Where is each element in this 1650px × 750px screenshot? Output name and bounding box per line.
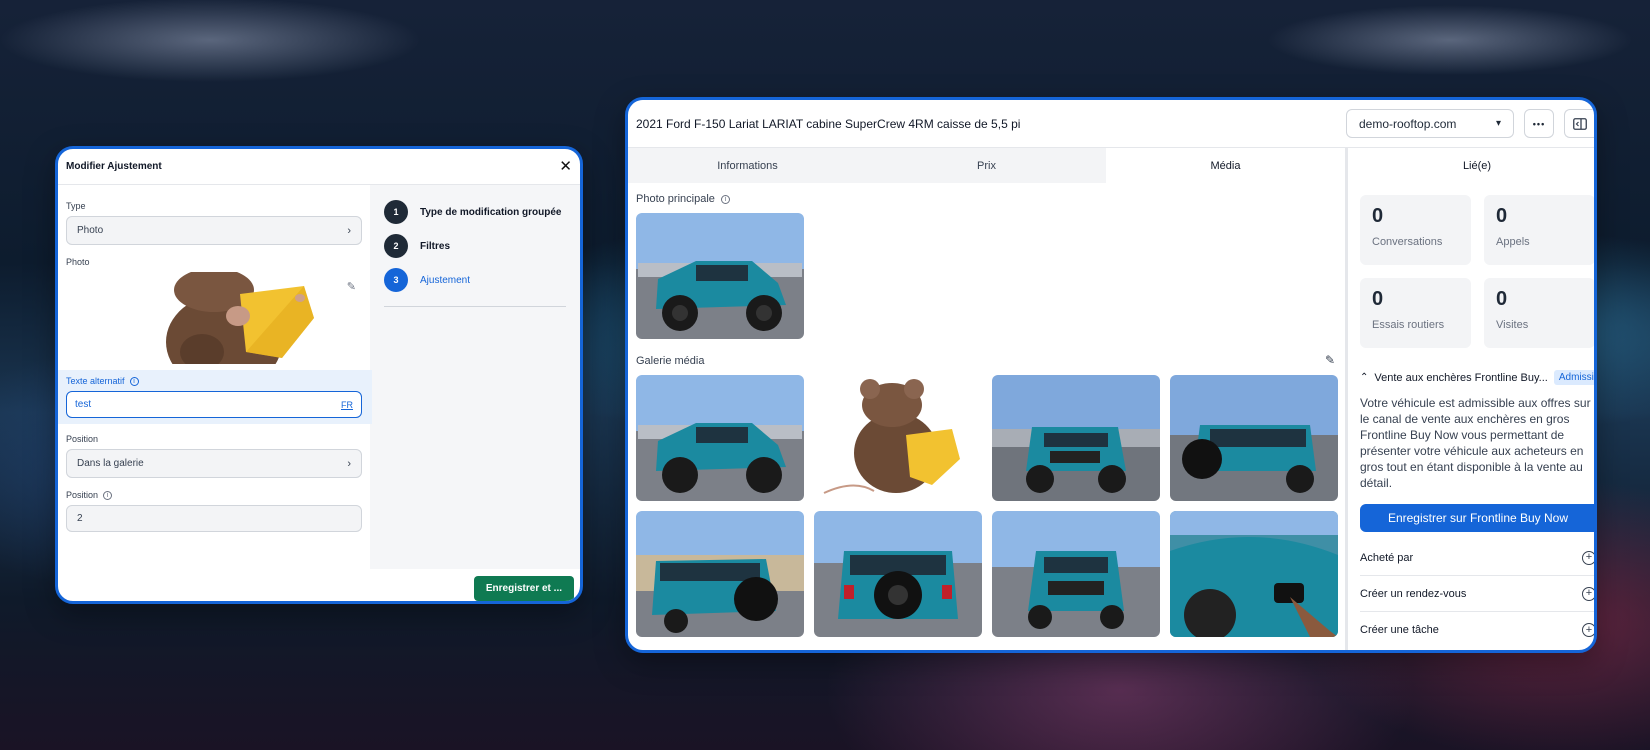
stat-label: Visites bbox=[1496, 319, 1529, 331]
stat-value: 0 bbox=[1372, 288, 1384, 310]
close-icon[interactable]: ✕ bbox=[559, 159, 572, 174]
media-area: Informations Prix Média Photo principale… bbox=[628, 148, 1348, 650]
vehicle-detail-panel: 2021 Ford F-150 Lariat LARIAT cabine Sup… bbox=[625, 97, 1597, 653]
position-select[interactable]: Dans la galerie › bbox=[66, 449, 362, 478]
type-label: Type bbox=[66, 201, 86, 211]
gallery-photo[interactable] bbox=[636, 511, 804, 637]
step-label: Ajustement bbox=[420, 274, 471, 286]
stat-value: 0 bbox=[1496, 205, 1508, 227]
create-appointment-row[interactable]: Créer un rendez-vous + bbox=[1360, 576, 1594, 612]
gallery-photo[interactable] bbox=[1170, 511, 1338, 637]
stepper: 1 Type de modification groupée 2 Filtres… bbox=[370, 185, 580, 569]
stat-label: Conversations bbox=[1372, 236, 1443, 248]
edit-pencil-icon[interactable]: ✎ bbox=[347, 280, 356, 293]
step-3[interactable]: 3 Ajustement bbox=[384, 268, 566, 292]
gallery-photo[interactable] bbox=[814, 511, 982, 637]
language-toggle[interactable]: FR bbox=[341, 400, 353, 410]
position-select-value: Dans la galerie bbox=[77, 458, 144, 469]
add-icon[interactable]: + bbox=[1582, 586, 1594, 601]
dialog-title: Modifier Ajustement bbox=[66, 161, 162, 172]
type-select[interactable]: Photo › bbox=[66, 216, 362, 245]
tab-informations[interactable]: Informations bbox=[628, 148, 867, 183]
stat-value: 0 bbox=[1372, 205, 1384, 227]
photo-label: Photo bbox=[66, 257, 90, 267]
step-number: 2 bbox=[384, 234, 408, 258]
vehicle-header: 2021 Ford F-150 Lariat LARIAT cabine Sup… bbox=[628, 100, 1594, 148]
alt-text-input[interactable]: test FR bbox=[66, 391, 362, 418]
dialog-header: Modifier Ajustement ✕ bbox=[58, 149, 580, 185]
main-photo[interactable] bbox=[636, 213, 804, 339]
auction-section-header[interactable]: ⌃ Vente aux enchères Frontline Buy... Ad… bbox=[1360, 370, 1594, 385]
step-1[interactable]: 1 Type de modification groupée bbox=[384, 200, 566, 224]
stat-value: 0 bbox=[1496, 288, 1508, 310]
type-select-value: Photo bbox=[77, 225, 104, 236]
add-icon[interactable]: + bbox=[1582, 623, 1594, 637]
register-buy-now-button[interactable]: Enregistrer sur Frontline Buy Now bbox=[1360, 504, 1594, 532]
related-sidebar: Lié(e) 0 Conversations 0 Appels 0 Essais… bbox=[1348, 148, 1594, 650]
alt-text-section: Texte alternatif i test FR bbox=[58, 370, 372, 424]
gallery-photo[interactable] bbox=[636, 375, 804, 501]
more-icon: ••• bbox=[1532, 118, 1546, 129]
info-icon[interactable]: i bbox=[129, 376, 139, 386]
row-label: Créer une tâche bbox=[1360, 624, 1439, 636]
gallery-photo[interactable] bbox=[814, 375, 982, 501]
related-title: Lié(e) bbox=[1462, 159, 1492, 172]
domain-select[interactable]: demo-rooftop.com ▾ bbox=[1346, 109, 1514, 138]
stat-visits[interactable]: 0 Visites bbox=[1484, 278, 1594, 348]
vehicle-title: 2021 Ford F-150 Lariat LARIAT cabine Sup… bbox=[636, 116, 1021, 131]
adjustment-form: Type Photo › Photo ✎ Texte alternatif i … bbox=[58, 185, 372, 569]
auction-title: Vente aux enchères Frontline Buy... bbox=[1374, 371, 1548, 384]
alt-text-label: Texte alternatif bbox=[66, 376, 125, 386]
stat-label: Appels bbox=[1496, 236, 1530, 248]
row-label: Acheté par bbox=[1360, 551, 1414, 564]
auction-description: Votre véhicule est admissible aux offres… bbox=[1360, 396, 1591, 490]
stats-grid: 0 Conversations 0 Appels 0 Essais routie… bbox=[1360, 195, 1594, 348]
tab-prix[interactable]: Prix bbox=[867, 148, 1106, 183]
stat-calls[interactable]: 0 Appels bbox=[1484, 195, 1594, 265]
position-input[interactable]: 2 bbox=[66, 505, 362, 532]
edit-pencil-icon[interactable]: ✎ bbox=[1325, 347, 1335, 367]
gallery-photo[interactable] bbox=[1170, 375, 1338, 501]
main-photo-label: Photo principale bbox=[636, 193, 715, 205]
chevron-up-icon: ⌃ bbox=[1360, 372, 1369, 383]
info-icon[interactable]: i bbox=[103, 490, 113, 500]
chevron-right-icon: › bbox=[347, 457, 351, 470]
eligibility-badge: Admissi bbox=[1553, 370, 1594, 385]
dialog-footer: Enregistrer et ... bbox=[58, 569, 580, 601]
gallery-photo[interactable] bbox=[992, 375, 1160, 501]
step-2[interactable]: 2 Filtres bbox=[384, 234, 566, 258]
gallery-label: Galerie média bbox=[636, 355, 705, 367]
photo-preview: ✎ bbox=[66, 272, 362, 364]
create-task-row[interactable]: Créer une tâche + bbox=[1360, 612, 1594, 648]
step-number: 3 bbox=[384, 268, 408, 292]
tab-bar: Informations Prix Média bbox=[628, 148, 1345, 183]
tab-media[interactable]: Média bbox=[1106, 148, 1345, 183]
stat-conversations[interactable]: 0 Conversations bbox=[1360, 195, 1471, 265]
divider bbox=[384, 306, 566, 307]
chevron-down-icon: ▾ bbox=[1495, 118, 1501, 129]
purchased-by-row[interactable]: Acheté par + bbox=[1360, 540, 1594, 576]
info-icon[interactable]: i bbox=[720, 194, 730, 204]
chevron-right-icon: › bbox=[347, 224, 351, 237]
stat-label: Essais routiers bbox=[1372, 319, 1445, 331]
gallery-photo[interactable] bbox=[992, 511, 1160, 637]
step-label: Filtres bbox=[420, 240, 451, 252]
domain-value: demo-rooftop.com bbox=[1359, 116, 1457, 131]
media-gallery bbox=[628, 375, 1345, 637]
more-options-button[interactable]: ••• bbox=[1524, 109, 1554, 138]
alt-text-value: test bbox=[75, 399, 92, 410]
position-input-label: Position bbox=[66, 490, 99, 500]
row-label: Créer un rendez-vous bbox=[1360, 587, 1467, 600]
add-icon[interactable]: + bbox=[1582, 550, 1594, 565]
position-select-label: Position bbox=[66, 434, 99, 444]
edit-adjustment-dialog: Modifier Ajustement ✕ Type Photo › Photo bbox=[55, 146, 583, 604]
stat-test-drives[interactable]: 0 Essais routiers bbox=[1360, 278, 1471, 348]
position-input-value: 2 bbox=[77, 513, 83, 524]
rat-with-cheese-image bbox=[154, 272, 320, 364]
side-panel-toggle-icon[interactable] bbox=[1564, 109, 1594, 138]
save-button[interactable]: Enregistrer et ... bbox=[473, 575, 574, 601]
step-label: Type de modification groupée bbox=[420, 206, 562, 218]
step-number: 1 bbox=[384, 200, 408, 224]
